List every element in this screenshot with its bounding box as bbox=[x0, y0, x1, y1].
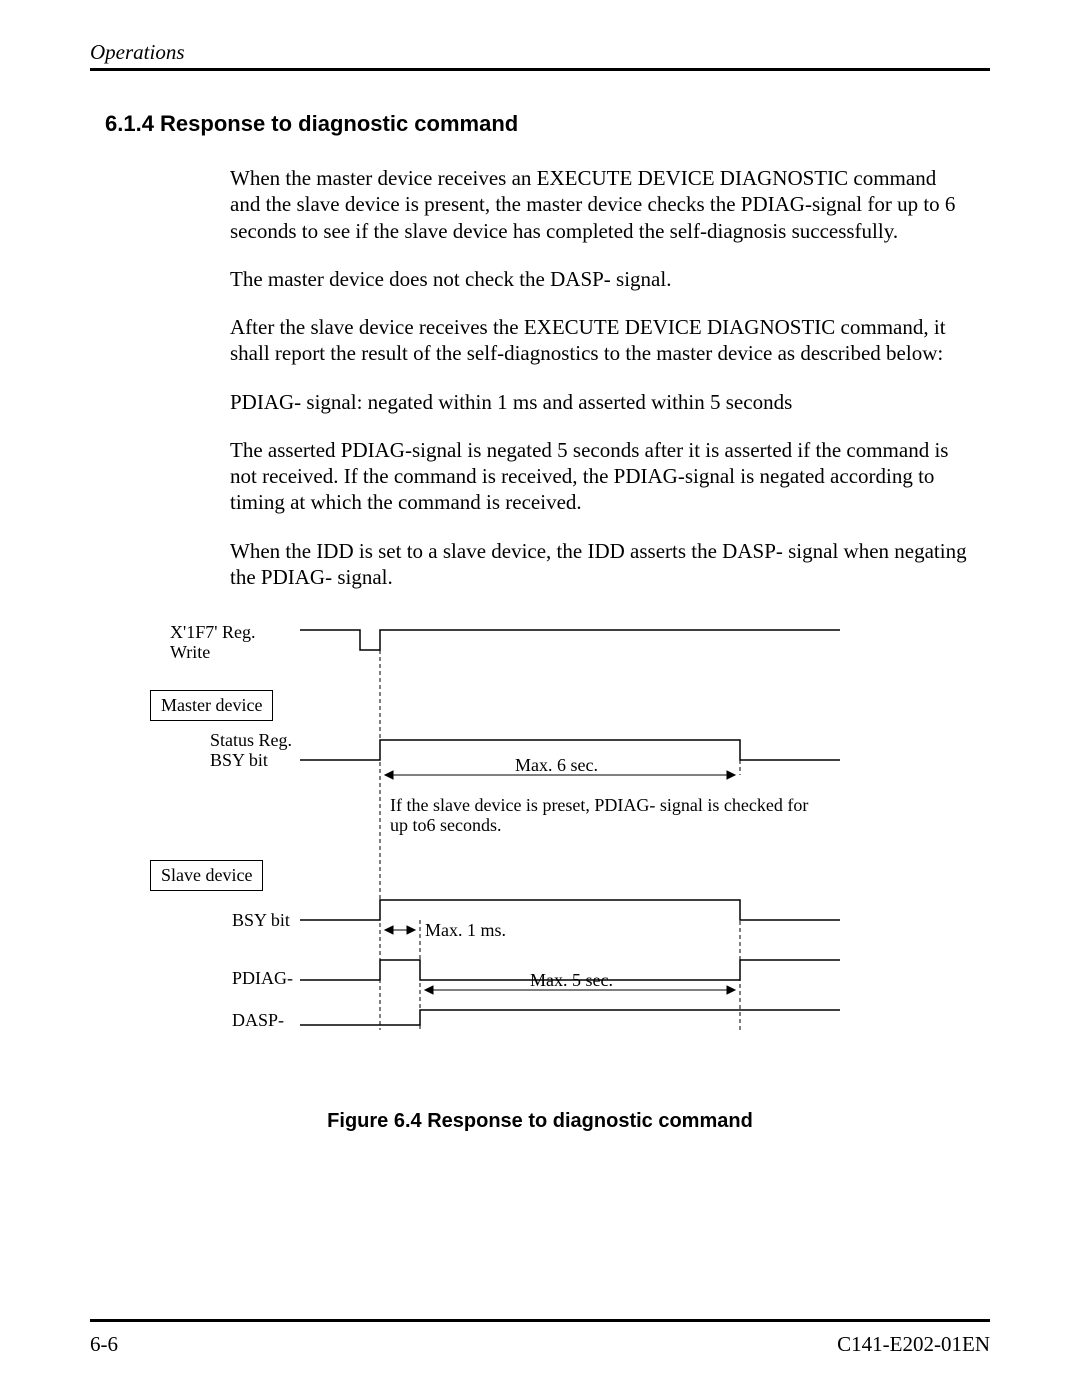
label-write: Write bbox=[170, 642, 210, 663]
label-bsy-bit: BSY bit bbox=[210, 750, 268, 771]
page-footer: 6-6 C141-E202-01EN bbox=[90, 1319, 990, 1357]
label-slave-device: Slave device bbox=[150, 860, 263, 891]
label-max-6sec: Max. 6 sec. bbox=[515, 755, 598, 776]
paragraph: The asserted PDIAG-signal is negated 5 s… bbox=[230, 437, 970, 516]
paragraph: When the IDD is set to a slave device, t… bbox=[230, 538, 970, 591]
paragraph: When the master device receives an EXECU… bbox=[230, 165, 970, 244]
label-status-reg: Status Reg. bbox=[210, 730, 292, 751]
figure-caption: Figure 6.4 Response to diagnostic comman… bbox=[90, 1110, 990, 1133]
label-note-line1: If the slave device is preset, PDIAG- si… bbox=[390, 795, 830, 816]
label-pdiag: PDIAG- bbox=[232, 968, 293, 989]
paragraph: PDIAG- signal: negated within 1 ms and a… bbox=[230, 389, 970, 415]
paragraph: The master device does not check the DAS… bbox=[230, 266, 970, 292]
page-header: Operations bbox=[90, 40, 990, 71]
label-dasp: DASP- bbox=[232, 1010, 284, 1031]
label-bsy-bit2: BSY bit bbox=[232, 910, 290, 931]
footer-doc-id: C141-E202-01EN bbox=[837, 1332, 990, 1357]
label-max-5sec: Max. 5 sec. bbox=[530, 970, 613, 991]
timing-diagram: X'1F7' Reg. Write Master device Status R… bbox=[120, 620, 980, 1040]
header-section: Operations bbox=[90, 40, 185, 64]
paragraph: After the slave device receives the EXEC… bbox=[230, 314, 970, 367]
label-reg-write: X'1F7' Reg. bbox=[170, 622, 256, 643]
section-heading: 6.1.4 Response to diagnostic command bbox=[105, 111, 990, 137]
label-max-1ms: Max. 1 ms. bbox=[425, 920, 506, 941]
label-master-device: Master device bbox=[150, 690, 273, 721]
page: Operations 6.1.4 Response to diagnostic … bbox=[0, 0, 1080, 1397]
footer-page-number: 6-6 bbox=[90, 1332, 118, 1357]
label-note-line2: up to6 seconds. bbox=[390, 815, 502, 836]
